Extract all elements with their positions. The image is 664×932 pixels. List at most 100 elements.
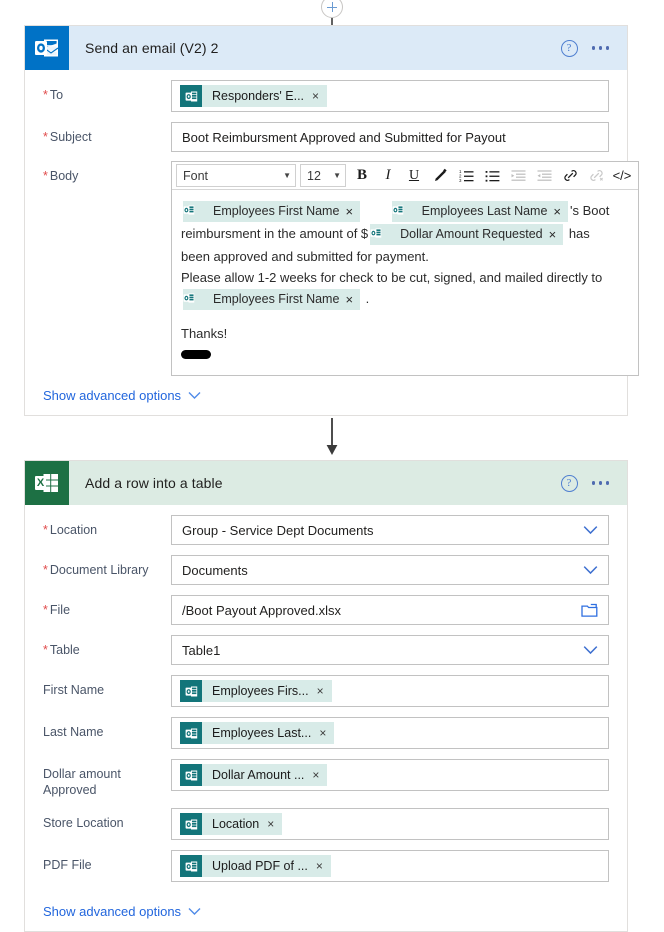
body-rich-text-editor[interactable]: Font ▼ 12 ▼ B I U 1 2 3 </> Employees Fi… xyxy=(171,161,639,377)
chevron-down-icon xyxy=(583,646,598,655)
token-input[interactable]: Dollar Amount ... × xyxy=(171,759,609,791)
plus-circle-icon[interactable] xyxy=(321,0,343,18)
token-chip[interactable]: Location × xyxy=(180,813,283,835)
token-label: Dollar Amount ... xyxy=(212,768,305,782)
body-text-period: . xyxy=(365,291,370,307)
token-remove-icon[interactable]: × xyxy=(312,769,327,781)
token-remove-icon[interactable]: × xyxy=(317,685,332,697)
help-icon[interactable]: ? xyxy=(560,39,578,57)
required-asterisk: * xyxy=(43,563,48,577)
token-label: Employees Last Name xyxy=(421,204,548,219)
token-chip[interactable]: Employees First Name × xyxy=(183,201,361,223)
outlook-token-icon xyxy=(183,201,204,222)
show-advanced-options-email[interactable]: Show advanced options xyxy=(25,376,627,415)
field-label-text: Location xyxy=(49,523,98,537)
to-label: * To xyxy=(43,88,64,102)
send-email-card-header[interactable]: Send an email (V2) 2 ? xyxy=(25,26,627,70)
link-icon[interactable] xyxy=(558,164,582,187)
ellipsis-icon[interactable] xyxy=(591,46,609,50)
token-input[interactable]: Employees Last... × xyxy=(171,717,609,749)
token-label: Responders' E... xyxy=(212,89,305,103)
to-row: * To Responders' E... × xyxy=(43,80,609,112)
body-text-reimbursement: reimbursment in the amount of $ xyxy=(181,226,369,242)
advanced-options-label: Show advanced options xyxy=(43,904,182,919)
field-row: * Document Library Documents xyxy=(43,555,609,585)
body-label: * Body xyxy=(43,169,79,183)
token-remove-icon[interactable]: × xyxy=(316,860,331,872)
body-row: * Body Font ▼ 12 ▼ B I U 1 2 3 </> Emplo… xyxy=(43,161,639,377)
token-input[interactable]: Employees Firs... × xyxy=(171,675,609,707)
folder-icon[interactable] xyxy=(581,603,598,618)
numbered-list-icon[interactable]: 1 2 3 xyxy=(454,164,478,187)
outlook-token-icon xyxy=(392,201,413,222)
subject-input[interactable]: Boot Reimbursment Approved and Submitted… xyxy=(171,122,609,152)
dropdown-select[interactable]: Group - Service Dept Documents xyxy=(171,515,609,545)
code-view-button[interactable]: </> xyxy=(610,164,634,187)
outlook-token-icon xyxy=(180,813,202,835)
outlook-token-icon xyxy=(180,680,202,702)
field-label-text: Document Library xyxy=(49,563,149,577)
token-chip[interactable]: Dollar Amount ... × xyxy=(180,764,328,786)
indent-decrease-icon[interactable] xyxy=(506,164,530,187)
indent-increase-icon[interactable] xyxy=(532,164,556,187)
middle-connector xyxy=(0,418,664,456)
field-row: * Location Group - Service Dept Documents xyxy=(43,515,609,545)
token-chip[interactable]: Employees First Name × xyxy=(183,289,361,311)
help-icon[interactable]: ? xyxy=(560,474,578,492)
field-value: Table1 xyxy=(182,642,221,658)
field-row: PDF File Upload PDF of ... × xyxy=(43,850,609,882)
token-label: Employees First Name xyxy=(213,292,340,307)
font-family-select[interactable]: Font ▼ xyxy=(176,164,296,187)
token-chip[interactable]: Upload PDF of ... × xyxy=(180,855,331,877)
outlook-token-icon xyxy=(180,85,202,107)
advanced-options-label: Show advanced options xyxy=(43,388,182,404)
token-remove-icon[interactable]: × xyxy=(319,727,334,739)
body-content[interactable]: Employees First Name × Employees Last Na… xyxy=(172,190,638,375)
field-label-text: Store Location xyxy=(43,816,124,830)
token-input[interactable]: Upload PDF of ... × xyxy=(171,850,609,882)
bold-button[interactable]: B xyxy=(350,164,374,187)
add-row-card-header[interactable]: X Add a row into a table ? xyxy=(25,461,627,505)
send-email-card: Send an email (V2) 2 ? * To Responders' … xyxy=(24,25,639,417)
body-text-has: has xyxy=(568,226,590,242)
send-email-header-icons: ? xyxy=(560,39,628,57)
token-remove-icon[interactable]: × xyxy=(549,224,564,245)
token-remove-icon[interactable]: × xyxy=(312,90,327,102)
field-label-text: File xyxy=(49,603,71,617)
token-chip[interactable]: Dollar Amount Requested × xyxy=(370,224,564,246)
token-chip[interactable]: Employees Last Name × xyxy=(391,201,569,223)
chevron-down-icon xyxy=(583,566,598,575)
bullet-list-icon[interactable] xyxy=(480,164,504,187)
token-label: Upload PDF of ... xyxy=(212,859,308,873)
italic-button[interactable]: I xyxy=(376,164,400,187)
dropdown-select[interactable]: Documents xyxy=(171,555,609,585)
token-remove-icon[interactable]: × xyxy=(553,201,568,222)
ellipsis-icon[interactable] xyxy=(591,481,609,485)
token-remove-icon[interactable]: × xyxy=(345,201,360,222)
token-remove-icon[interactable]: × xyxy=(267,818,282,830)
pen-icon[interactable] xyxy=(428,164,452,187)
token-chip[interactable]: Employees Firs... × xyxy=(180,680,332,702)
token-input[interactable]: Location × xyxy=(171,808,609,840)
editor-toolbar: Font ▼ 12 ▼ B I U 1 2 3 </> xyxy=(172,162,638,190)
unlink-icon[interactable] xyxy=(584,164,608,187)
file-input[interactable]: /Boot Payout Approved.xlsx xyxy=(171,595,609,625)
subject-row: * Subject Boot Reimbursment Approved and … xyxy=(43,122,609,152)
token-label: Employees Last... xyxy=(212,726,312,740)
dropdown-select[interactable]: Table1 xyxy=(171,635,609,665)
token-chip[interactable]: Responders' E... × xyxy=(180,85,328,107)
body-text-approved: been approved and submitted for payment. xyxy=(181,249,429,265)
token-chip[interactable]: Employees Last... × xyxy=(180,722,335,744)
show-advanced-options-excel[interactable]: Show advanced options xyxy=(25,892,627,931)
underline-button[interactable]: U xyxy=(402,164,426,187)
font-size-select[interactable]: 12 ▼ xyxy=(300,164,346,187)
body-text-after-lastname: 's Boot xyxy=(570,203,610,218)
token-remove-icon[interactable]: × xyxy=(345,289,360,310)
field-label: First Name xyxy=(43,675,171,698)
outlook-token-icon xyxy=(180,764,202,786)
field-label: * Table xyxy=(43,635,171,658)
to-input[interactable]: Responders' E... × xyxy=(171,80,609,112)
add-row-header-icons: ? xyxy=(560,474,628,492)
field-row: Store Location Location × xyxy=(43,808,609,840)
body-text-allow: Please allow 1-2 weeks for check to be c… xyxy=(181,270,603,286)
